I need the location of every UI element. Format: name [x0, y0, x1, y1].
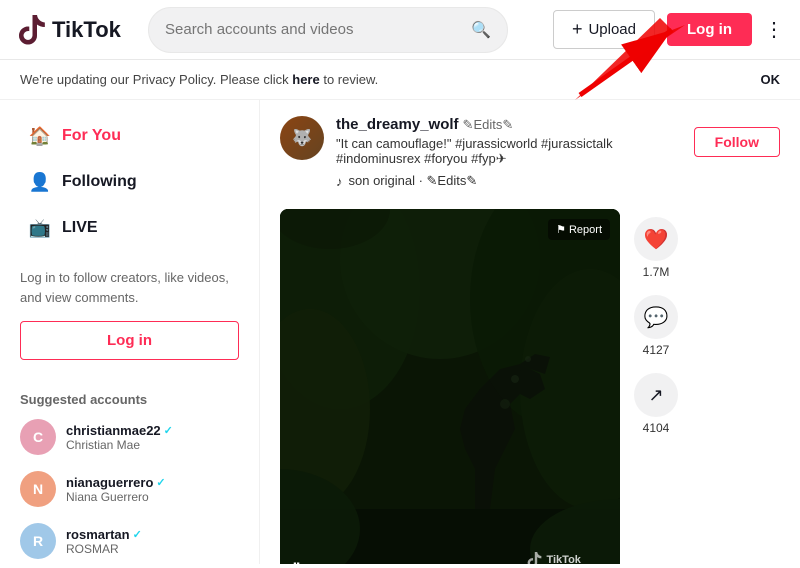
username: christianmae22 ✓: [66, 423, 173, 438]
login-prompt: Log in to follow creators, like videos, …: [0, 252, 259, 376]
video-sound: ♪ son original · ✎Edits✎: [336, 173, 780, 189]
verified-icon: ✓: [164, 424, 173, 437]
music-note-icon: ♪: [336, 174, 343, 189]
header-right: + Upload Log in ⋮: [553, 10, 784, 49]
search-icon: 🔍: [471, 20, 491, 40]
video-background: ⚑ Report ⏸ TikTok @the_dreamy_w...: [280, 209, 620, 564]
share-action[interactable]: ↗ 4104: [634, 373, 678, 435]
account-christianmae22[interactable]: C christianmae22 ✓ Christian Mae: [0, 411, 259, 463]
video-edit-label: ✎Edits✎: [463, 117, 514, 133]
logo-area: TikTok: [16, 15, 136, 45]
login-prompt-text: Log in to follow creators, like videos, …: [20, 268, 239, 307]
share-icon: ↗: [634, 373, 678, 417]
play-button[interactable]: ⏸: [292, 556, 301, 564]
account-nianaguerrero[interactable]: N nianaguerrero ✓ Niana Guerrero: [0, 463, 259, 515]
main-layout: 🏠 For You 👤 Following 📺 LIVE Log in to f…: [0, 100, 800, 564]
username: nianaguerrero ✓: [66, 475, 166, 490]
video-player[interactable]: ⚑ Report ⏸ TikTok @the_dreamy_w...: [280, 209, 620, 564]
privacy-here-link[interactable]: here: [292, 72, 319, 87]
privacy-text: We're updating our Privacy Policy. Pleas…: [20, 72, 378, 87]
verified-icon: ✓: [133, 528, 142, 541]
home-icon: 🏠: [28, 124, 52, 148]
video-username: the_dreamy_wolf ✎Edits✎: [336, 116, 694, 133]
nav-following[interactable]: 👤 Following: [8, 160, 251, 204]
nav-for-you[interactable]: 🏠 For You: [8, 114, 251, 158]
video-description: "It can camouflage!" #jurassicworld #jur…: [336, 136, 694, 167]
login-button[interactable]: Log in: [667, 13, 752, 46]
display-name: Christian Mae: [66, 438, 173, 452]
main-content: 🐺 the_dreamy_wolf ✎Edits✎ "It can camouf…: [260, 100, 800, 564]
upload-button[interactable]: + Upload: [553, 10, 655, 49]
verified-icon: ✓: [156, 476, 165, 489]
logo-text: TikTok: [52, 17, 121, 43]
video-actions: ❤️ 1.7M 💬 4127 ↗ 4104: [634, 209, 678, 564]
comment-icon: 💬: [634, 295, 678, 339]
header: TikTok 🔍 + Upload Log in ⋮: [0, 0, 800, 60]
suggested-accounts-title: Suggested accounts: [0, 384, 259, 411]
search-input[interactable]: [165, 21, 471, 38]
display-name: Niana Guerrero: [66, 490, 166, 504]
share-count: 4104: [643, 421, 670, 435]
comment-count: 4127: [643, 343, 670, 357]
avatar: N: [20, 471, 56, 507]
like-count: 1.7M: [643, 265, 670, 279]
watermark-text: TikTok: [546, 554, 580, 564]
jungle-background: [280, 209, 620, 564]
watermark-logo-icon: [526, 552, 542, 564]
sidebar: 🏠 For You 👤 Following 📺 LIVE Log in to f…: [0, 100, 260, 564]
like-action[interactable]: ❤️ 1.7M: [634, 217, 678, 279]
plus-icon: +: [572, 19, 583, 40]
account-rosmartan[interactable]: R rosmartan ✓ ROSMAR: [0, 515, 259, 564]
search-bar[interactable]: 🔍: [148, 7, 508, 53]
nav-live[interactable]: 📺 LIVE: [8, 206, 251, 250]
video-user-section: the_dreamy_wolf ✎Edits✎ "It can camoufla…: [336, 116, 780, 199]
sidebar-login-button[interactable]: Log in: [20, 321, 239, 360]
video-avatar: 🐺: [280, 116, 324, 160]
privacy-bar: We're updating our Privacy Policy. Pleas…: [0, 60, 800, 100]
like-icon: ❤️: [634, 217, 678, 261]
report-button[interactable]: ⚑ Report: [548, 219, 610, 240]
avatar: C: [20, 419, 56, 455]
tiktok-watermark: TikTok @the_dreamy_w...: [526, 552, 610, 564]
username: rosmartan ✓: [66, 527, 142, 542]
display-name: ROSMAR: [66, 542, 142, 556]
live-icon: 📺: [28, 216, 52, 240]
comment-action[interactable]: 💬 4127: [634, 295, 678, 357]
following-icon: 👤: [28, 170, 52, 194]
privacy-ok-button[interactable]: OK: [761, 72, 781, 87]
tiktok-logo-icon: [16, 15, 46, 45]
more-icon[interactable]: ⋮: [764, 17, 784, 42]
avatar: R: [20, 523, 56, 559]
follow-button[interactable]: Follow: [694, 127, 780, 157]
video-player-section: ⚑ Report ⏸ TikTok @the_dreamy_w...: [280, 209, 780, 564]
